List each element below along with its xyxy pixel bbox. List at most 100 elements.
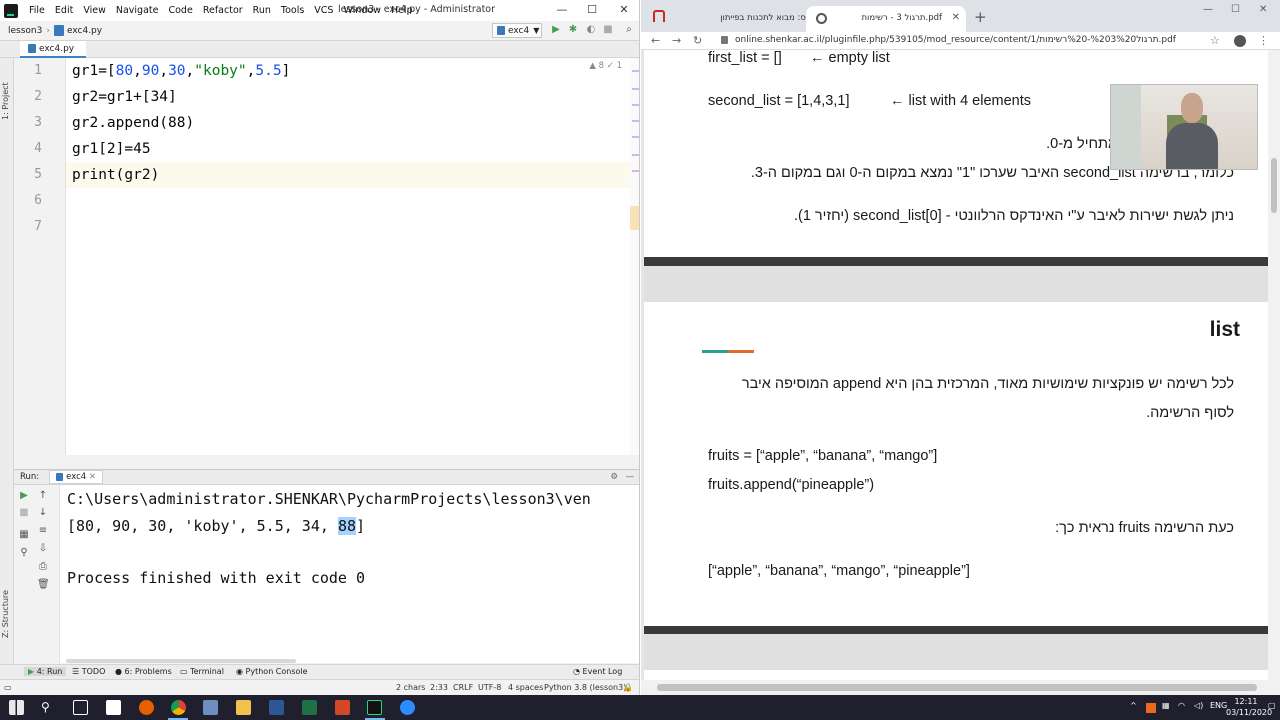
todo-tool-tab[interactable]: ☰ TODO xyxy=(72,667,105,676)
close-icon[interactable]: ✕ xyxy=(1259,4,1267,15)
run-config-dropdown[interactable]: exc4 ▼ xyxy=(492,23,542,38)
minimize-icon[interactable]: — xyxy=(552,2,572,18)
status-selection: 2 chars xyxy=(396,683,426,692)
menu-view[interactable]: View xyxy=(78,5,111,16)
status-encoding[interactable]: UTF-8 xyxy=(478,683,501,692)
wifi-icon[interactable]: ◠ xyxy=(1178,701,1185,710)
pin-icon[interactable]: ⚲ xyxy=(18,547,30,559)
scroll-down-icon[interactable]: ↓ xyxy=(37,507,49,519)
scroll-to-end-icon[interactable]: ⇩ xyxy=(37,543,49,555)
status-line-ending[interactable]: CRLF xyxy=(453,683,473,692)
structure-tool-tab[interactable]: Z: Structure xyxy=(1,590,10,638)
gear-icon[interactable]: ⚙ xyxy=(610,472,618,482)
tray-app-icon[interactable] xyxy=(1146,703,1156,713)
pdf-vscrollbar[interactable] xyxy=(1268,50,1280,680)
media-icon[interactable] xyxy=(203,700,218,715)
search-icon[interactable]: ⚲ xyxy=(41,700,56,715)
tray-chevron-icon[interactable]: ^ xyxy=(1130,701,1137,710)
firefox-icon[interactable] xyxy=(139,700,154,715)
status-layout-icon[interactable]: ▭ xyxy=(4,683,12,692)
volume-icon[interactable]: ◁) xyxy=(1194,701,1203,710)
minimize-icon[interactable]: — xyxy=(1203,4,1213,15)
trash-icon[interactable]: 🗑 xyxy=(37,579,50,591)
breadcrumb-file[interactable]: exc4.py xyxy=(50,25,106,36)
new-tab-icon[interactable]: + xyxy=(974,8,987,26)
menu-navigate[interactable]: Navigate xyxy=(111,5,164,16)
code-editor[interactable]: gr1=[80,90,30,"koby",5.5] gr2=gr1+[34] g… xyxy=(66,58,639,455)
status-interpreter[interactable]: Python 3.8 (lesson3) xyxy=(544,683,626,692)
scroll-up-icon[interactable]: ↑ xyxy=(37,490,49,502)
notifications-icon[interactable]: ▢ xyxy=(1268,701,1276,710)
stop-icon[interactable]: ■ xyxy=(602,24,614,36)
layout-icon[interactable]: ▦ xyxy=(18,529,30,541)
terminal-tool-tab[interactable]: ▭ Terminal xyxy=(180,667,224,676)
lock-icon[interactable] xyxy=(721,36,728,44)
run-icon[interactable]: ▶ xyxy=(550,24,562,36)
tab-close-icon[interactable]: ✕ xyxy=(952,12,960,23)
url-text[interactable]: online.shenkar.ac.il/pluginfile.php/5391… xyxy=(735,35,1176,45)
breadcrumb-project[interactable]: lesson3 xyxy=(0,26,46,36)
back-icon[interactable]: ← xyxy=(651,34,660,47)
stop-icon[interactable]: ■ xyxy=(18,507,30,519)
pdf-viewer[interactable]: first_list = [] ← empty list second_list… xyxy=(644,50,1268,680)
menu-file[interactable]: File xyxy=(24,5,50,16)
taskbar-clock[interactable]: 12:11 03/11/2020 xyxy=(1226,696,1272,718)
menu-code[interactable]: Code xyxy=(163,5,197,16)
console-hscrollbar[interactable] xyxy=(66,659,296,663)
event-log-tool-tab[interactable]: ◔ Event Log xyxy=(573,667,622,676)
search-icon[interactable]: ⌕ xyxy=(623,24,635,36)
more-menu-icon[interactable]: ⋮ xyxy=(1258,34,1269,47)
chrome-icon[interactable] xyxy=(171,700,186,715)
menu-edit[interactable]: Edit xyxy=(50,5,78,16)
run-console[interactable]: C:\Users\administrator.SHENKAR\PycharmPr… xyxy=(60,485,639,663)
close-icon[interactable]: ✕ xyxy=(614,2,634,18)
error-stripe[interactable] xyxy=(630,58,639,455)
browser-tab-pdf[interactable]: תרגול 3 - רשימות.pdf ✕ xyxy=(806,6,966,32)
zoom-icon[interactable] xyxy=(400,700,415,715)
reload-icon[interactable]: ↻ xyxy=(693,34,702,47)
menu-run[interactable]: Run xyxy=(248,5,276,16)
run-tab-exc4[interactable]: exc4 ✕ xyxy=(49,470,104,484)
maximize-icon[interactable]: ☐ xyxy=(1231,4,1240,15)
inspection-badge[interactable]: ▲ 8 ✓ 1 xyxy=(589,61,622,71)
console-exit-message: Process finished with exit code 0 xyxy=(67,569,366,587)
status-indent[interactable]: 4 spaces xyxy=(508,683,543,692)
tab-exc4-py[interactable]: exc4.py xyxy=(20,41,87,58)
pdf-hscroll-thumb[interactable] xyxy=(657,684,1257,691)
hide-panel-icon[interactable]: — xyxy=(626,472,635,482)
file-icon[interactable] xyxy=(106,700,121,715)
project-tool-tab[interactable]: 1: Project xyxy=(1,82,10,120)
excel-icon[interactable] xyxy=(302,700,317,715)
powerpoint-icon[interactable] xyxy=(335,700,350,715)
rerun-icon[interactable]: ▶ xyxy=(18,490,30,502)
debug-icon[interactable]: ✱ xyxy=(567,24,579,36)
network-icon[interactable]: ▦ xyxy=(1162,701,1170,710)
python-console-tool-tab[interactable]: ◉ Python Console xyxy=(236,667,308,676)
status-caret-position[interactable]: 2:33 xyxy=(430,683,448,692)
run-tool-tab[interactable]: ▶ 4: Run xyxy=(24,667,67,676)
soft-wrap-icon[interactable]: ≡ xyxy=(37,525,49,537)
forward-icon[interactable]: → xyxy=(672,34,681,47)
pdf-vscroll-thumb[interactable] xyxy=(1271,158,1277,213)
word-icon[interactable] xyxy=(269,700,284,715)
problems-tool-tab[interactable]: ● 6: Problems xyxy=(115,667,172,676)
profile-avatar-icon[interactable] xyxy=(1234,35,1246,47)
moodle-favicon-icon xyxy=(653,10,665,22)
language-indicator[interactable]: ENG xyxy=(1210,701,1227,710)
pycharm-icon[interactable] xyxy=(367,700,382,715)
print-icon[interactable]: ⎙ xyxy=(37,561,49,573)
lock-icon[interactable]: 🔒 xyxy=(623,683,633,692)
menu-vcs[interactable]: VCS xyxy=(309,5,338,16)
menu-tools[interactable]: Tools xyxy=(276,5,309,16)
bookmark-star-icon[interactable]: ☆ xyxy=(1210,34,1220,47)
maximize-icon[interactable]: ☐ xyxy=(582,2,602,18)
task-view-icon[interactable] xyxy=(73,700,88,715)
pdf-hscrollbar[interactable] xyxy=(641,680,1280,695)
webcam-overlay[interactable] xyxy=(1110,84,1258,170)
folder-icon[interactable] xyxy=(236,700,251,715)
coverage-icon[interactable]: ◐ xyxy=(585,24,597,36)
access-text: ניתן לגשת ישירות לאיבר ע"י האינדקס הרלוו… xyxy=(793,208,1234,224)
globe-icon xyxy=(816,13,827,24)
menu-refactor[interactable]: Refactor xyxy=(198,5,248,16)
windows-start-icon[interactable] xyxy=(9,700,24,715)
